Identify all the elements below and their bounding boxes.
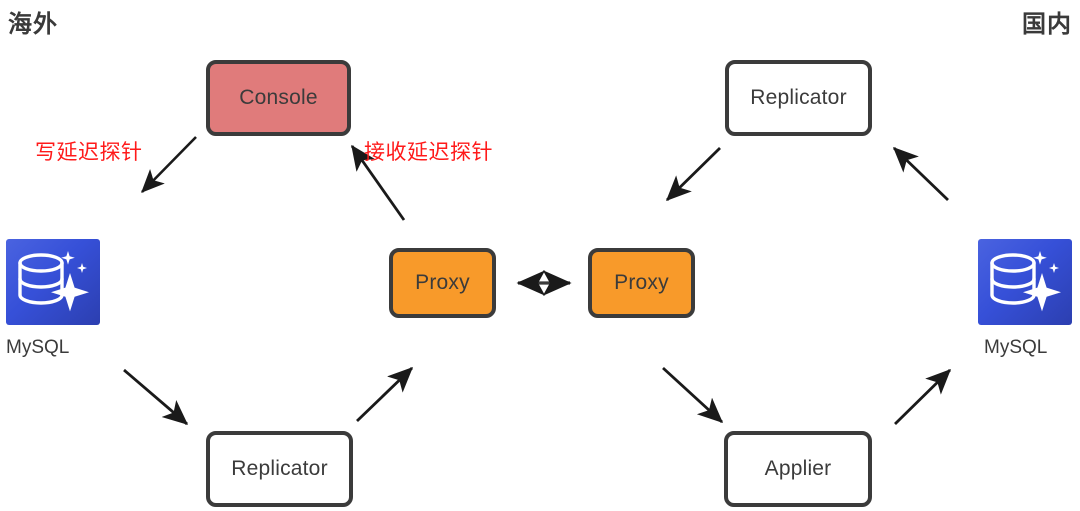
arrow-proxy-right-to-applier-right <box>662 366 724 424</box>
node-proxy-right-label: Proxy <box>614 271 669 294</box>
edge-label-receive-probe: 接收延迟探针 <box>364 141 493 164</box>
node-replicator-left-label: Replicator <box>231 457 328 480</box>
node-applier-right-label: Applier <box>764 457 832 480</box>
arrow-mysql-right-to-replicator-right <box>892 146 949 202</box>
node-replicator-left[interactable]: Replicator <box>206 431 353 507</box>
node-proxy-left[interactable]: Proxy <box>389 248 496 318</box>
region-label-domestic: 国内 <box>1022 11 1072 38</box>
arrow-mysql-left-to-replicator-left <box>123 368 189 426</box>
node-applier-right[interactable]: Applier <box>724 431 872 507</box>
diagram-canvas: 海外 国内 写延迟探针 接收延迟探针 Console Replicator Pr… <box>0 0 1080 511</box>
database-sparkle-icon[interactable] <box>6 239 100 325</box>
arrow-replicator-right-to-proxy-right <box>666 147 721 201</box>
node-proxy-right[interactable]: Proxy <box>588 248 695 318</box>
node-console-label: Console <box>239 86 318 109</box>
database-sparkle-icon[interactable] <box>978 239 1072 325</box>
edge-label-write-probe: 写延迟探针 <box>35 141 143 164</box>
arrow-console-to-mysql-left <box>141 136 197 193</box>
node-replicator-right[interactable]: Replicator <box>725 60 872 136</box>
node-console[interactable]: Console <box>206 60 351 136</box>
node-proxy-left-label: Proxy <box>415 271 470 294</box>
node-replicator-right-label: Replicator <box>750 86 847 109</box>
database-caption-left: MySQL <box>6 337 70 358</box>
arrow-applier-right-to-mysql-right <box>894 369 951 425</box>
region-label-overseas: 海外 <box>8 11 58 38</box>
arrow-replicator-left-to-proxy-left <box>356 366 414 423</box>
database-caption-right: MySQL <box>984 337 1048 358</box>
arrow-layer <box>123 136 951 426</box>
